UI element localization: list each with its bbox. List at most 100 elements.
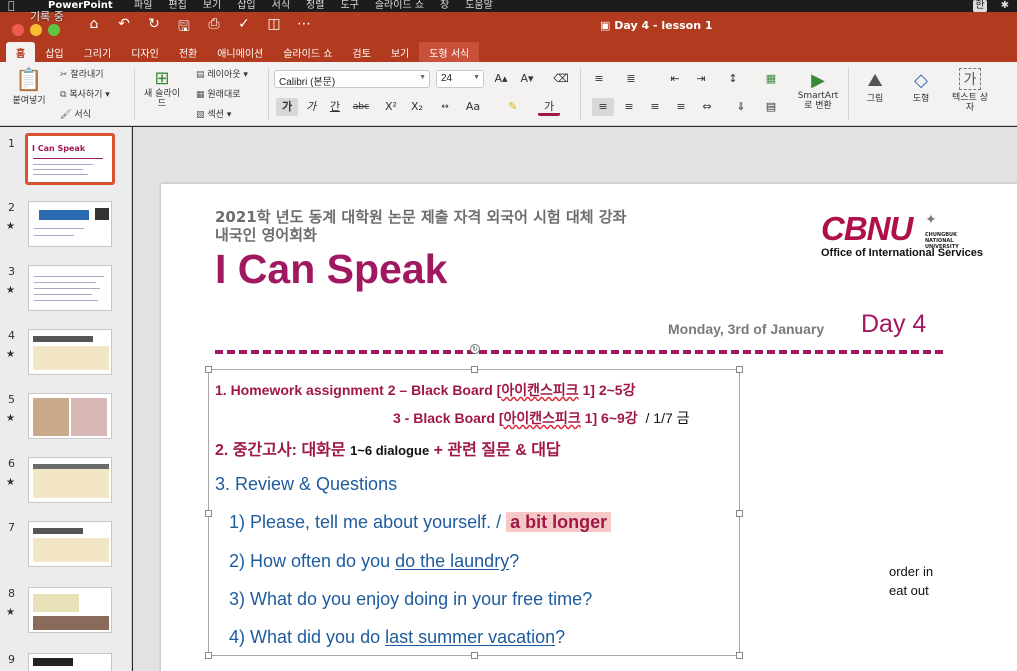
tab-design[interactable]: 디자인	[121, 42, 169, 62]
menu-file[interactable]: 파일	[134, 0, 152, 12]
tab-view[interactable]: 보기	[381, 42, 419, 62]
slide-thumbnails-panel[interactable]: 1 I Can Speak 2 ★ 3 ★ 4 ★ 5 ★ 6 ★ 7 8 ★ …	[0, 127, 132, 671]
home-icon[interactable]: ⌂	[84, 16, 104, 40]
current-slide[interactable]: 2021학 년도 동계 대학원 논문 제출 자격 외국어 시험 대체 강좌 내국…	[161, 184, 1017, 671]
undo-icon[interactable]: ↶	[114, 16, 134, 40]
menu-window[interactable]: 창	[440, 0, 449, 12]
resize-handle[interactable]	[471, 366, 478, 373]
tab-slideshow[interactable]: 슬라이드 쇼	[273, 42, 342, 62]
strikethrough-button[interactable]: abc	[350, 98, 372, 116]
italic-button[interactable]: 가	[300, 98, 322, 116]
text-direction-icon[interactable]: ⇓	[730, 98, 752, 116]
menu-view[interactable]: 보기	[203, 0, 221, 12]
side-note-2[interactable]: eat out	[889, 583, 929, 598]
tab-insert[interactable]: 삽입	[35, 42, 73, 62]
slide-thumbnail-1[interactable]: I Can Speak	[25, 133, 115, 185]
slide-thumbnail-8[interactable]	[28, 587, 112, 633]
bold-button[interactable]: 가	[276, 98, 298, 116]
redo-icon[interactable]: ↻	[144, 16, 164, 40]
resize-handle[interactable]	[736, 510, 743, 517]
zoom-window-button[interactable]	[48, 24, 60, 36]
tab-draw[interactable]: 그리기	[74, 42, 122, 62]
align-left-icon[interactable]: ≡	[592, 98, 614, 116]
slide-subtitle[interactable]: 2021학 년도 동계 대학원 논문 제출 자격 외국어 시험 대체 강좌 내국…	[215, 208, 626, 244]
menu-edit[interactable]: 편집	[168, 0, 186, 12]
format-painter-button[interactable]: 🖌 서식	[60, 107, 91, 120]
superscript-button[interactable]: X²	[380, 98, 402, 116]
minimize-window-button[interactable]	[30, 24, 42, 36]
line-spacing-icon[interactable]: ↕	[722, 70, 744, 88]
tab-review[interactable]: 검토	[342, 42, 380, 62]
font-name-select[interactable]: Calibri (본문) ▼	[274, 70, 430, 88]
char-spacing-icon[interactable]: ↔	[434, 98, 456, 116]
content-textbox[interactable]: 1. Homework assignment 2 – Black Board […	[205, 366, 743, 659]
picture-button[interactable]: ⛰ 그림	[858, 70, 892, 104]
highlight-icon[interactable]: ✎	[502, 98, 524, 116]
tab-shape-format[interactable]: 도형 서식	[419, 42, 480, 62]
shape-button[interactable]: ◇ 도형	[904, 70, 938, 104]
menu-help[interactable]: 도움말	[465, 0, 493, 12]
slide-thumbnail-4[interactable]	[28, 329, 112, 375]
resize-handle[interactable]	[471, 652, 478, 659]
print-icon[interactable]: ⎙	[204, 16, 224, 40]
input-source-indicator[interactable]: 한	[973, 0, 987, 12]
side-note-1[interactable]: order in	[889, 564, 933, 579]
distribute-icon[interactable]: ⇔	[696, 98, 718, 116]
shrink-font-button[interactable]: A▾	[516, 70, 538, 88]
menu-insert[interactable]: 삽입	[237, 0, 255, 12]
resize-handle[interactable]	[205, 510, 212, 517]
columns-icon[interactable]: ▦	[760, 70, 782, 88]
close-window-button[interactable]	[12, 24, 24, 36]
decrease-indent-icon[interactable]: ⇤	[664, 70, 686, 88]
numbering-icon[interactable]: ≣	[620, 70, 642, 88]
lesson-day[interactable]: Day 4	[861, 310, 926, 339]
spellcheck-icon[interactable]: ✓	[234, 16, 254, 40]
slide-editing-canvas[interactable]: 2021학 년도 동계 대학원 논문 제출 자격 외국어 시험 대체 강좌 내국…	[133, 127, 1017, 671]
cut-button[interactable]: ✂ 잘라내기	[60, 67, 104, 80]
slide-thumbnail-7[interactable]	[28, 521, 112, 567]
align-right-icon[interactable]: ≡	[644, 98, 666, 116]
grow-font-button[interactable]: A▴	[490, 70, 512, 88]
reset-button[interactable]: ▦ 원래대로	[196, 87, 241, 100]
clear-formatting-icon[interactable]: ⌫	[550, 70, 572, 88]
bullets-icon[interactable]: ≡	[588, 70, 610, 88]
resize-handle[interactable]	[205, 366, 212, 373]
save-icon[interactable]: 🖫	[174, 16, 194, 40]
slideshow-icon[interactable]: ◫	[264, 16, 284, 40]
menu-slideshow[interactable]: 슬라이드 쇼	[375, 0, 424, 12]
slide-thumbnail-3[interactable]	[28, 265, 112, 311]
layout-button[interactable]: ▤ 레이아웃 ▾	[196, 67, 248, 80]
change-case-icon[interactable]: Aa	[462, 98, 484, 116]
align-center-icon[interactable]: ≡	[618, 98, 640, 116]
align-text-icon[interactable]: ▤	[760, 98, 782, 116]
rotate-handle-icon[interactable]: ↻	[470, 344, 480, 354]
resize-handle[interactable]	[205, 652, 212, 659]
font-color-icon[interactable]: 가	[538, 98, 560, 116]
customize-qat-icon[interactable]: ⋯	[294, 16, 314, 40]
paste-button[interactable]: 📋 붙여넣기	[10, 68, 48, 106]
tab-home[interactable]: 홈	[6, 42, 36, 62]
tab-transitions[interactable]: 전환	[169, 42, 207, 62]
new-slide-button[interactable]: ⊞ 새 슬라이드	[142, 68, 182, 109]
apple-icon[interactable]: 	[8, 0, 15, 12]
menu-format[interactable]: 서식	[272, 0, 290, 12]
tab-animations[interactable]: 애니메이션	[207, 42, 273, 62]
section-button[interactable]: ▧ 섹션 ▾	[196, 107, 231, 120]
slide-thumbnail-9[interactable]	[28, 653, 112, 671]
textbox-button[interactable]: 가 텍스트 상자	[950, 68, 990, 113]
bluetooth-icon[interactable]: ✱	[1001, 0, 1009, 12]
subscript-button[interactable]: X₂	[406, 98, 428, 116]
resize-handle[interactable]	[736, 652, 743, 659]
copy-button[interactable]: ⧉ 복사하기 ▾	[60, 87, 110, 100]
font-size-select[interactable]: 24 ▼	[436, 70, 484, 88]
justify-icon[interactable]: ≡	[670, 98, 692, 116]
slide-title[interactable]: I Can Speak	[215, 246, 447, 293]
resize-handle[interactable]	[736, 366, 743, 373]
increase-indent-icon[interactable]: ⇥	[690, 70, 712, 88]
menu-arrange[interactable]: 정렬	[306, 0, 324, 12]
underline-button[interactable]: 간	[324, 98, 346, 116]
slide-thumbnail-2[interactable]	[28, 201, 112, 247]
menu-tools[interactable]: 도구	[340, 0, 358, 12]
slide-thumbnail-6[interactable]	[28, 457, 112, 503]
smartart-button[interactable]: ▶ SmartArt 로 변환	[796, 70, 840, 111]
